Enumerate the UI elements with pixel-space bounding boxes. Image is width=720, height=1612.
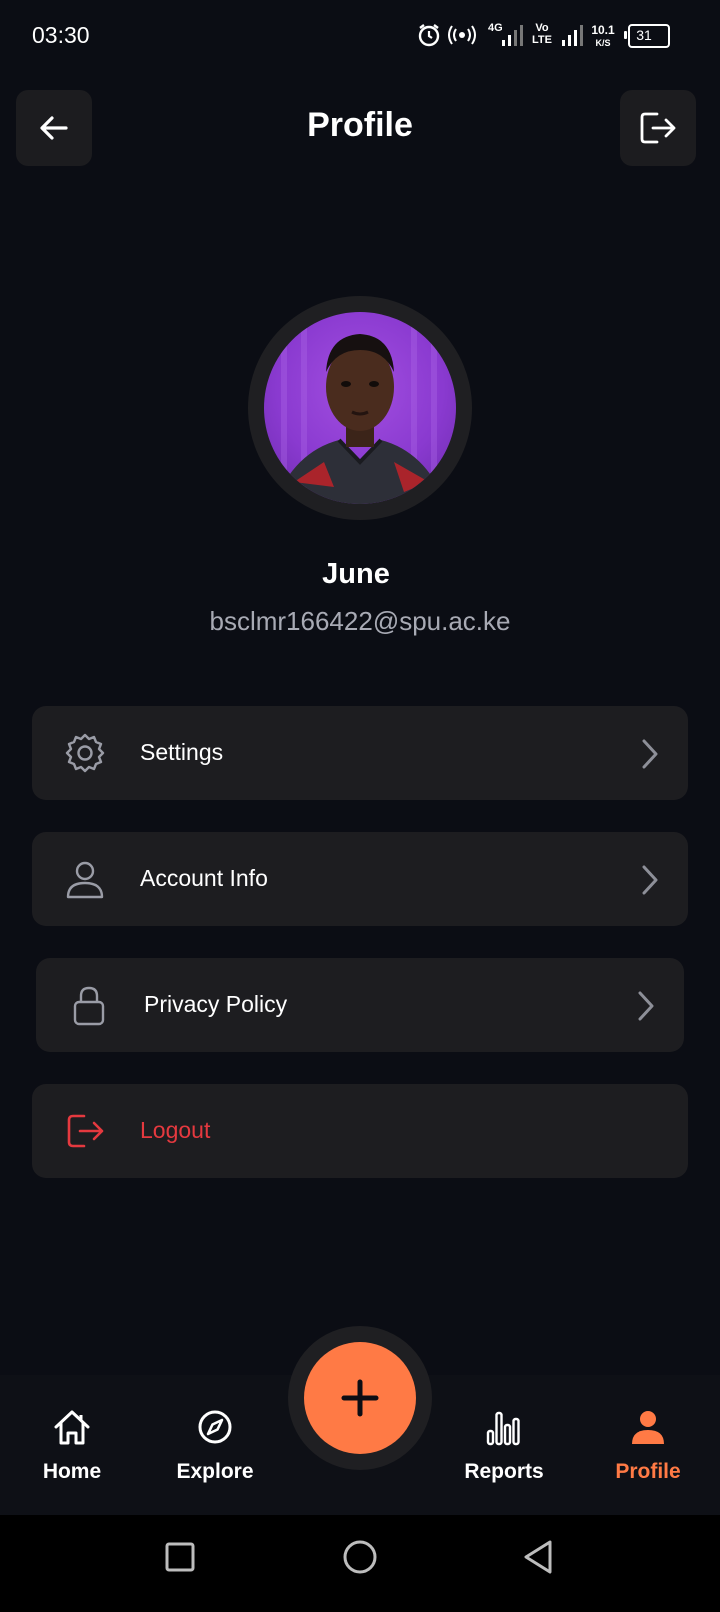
menu-item-logout[interactable]: Logout [32,1084,688,1178]
status-bar: 03:30 4G Vo LTE 10.1 K/S 31 [0,0,720,72]
fab-frame [288,1326,432,1470]
menu-item-privacy-policy[interactable]: Privacy Policy [36,958,684,1052]
signal-icon [502,25,523,46]
plus-icon [341,1379,379,1417]
chevron-right-icon [638,991,654,1021]
signal-icon [562,25,583,46]
home-circle-icon[interactable] [342,1539,378,1575]
gear-icon [65,733,105,773]
menu-item-label: Privacy Policy [144,991,288,1017]
logout-icon [640,112,676,144]
nav-label: Explore [176,1460,254,1483]
network-speed-unit: K/S [595,38,611,48]
status-time: 03:30 [32,22,90,48]
person-icon [632,1411,664,1444]
user-email: bsclmr166422@spu.ac.ke [209,606,511,636]
menu-item-account-info[interactable]: Account Info [32,832,688,926]
user-name: June [322,558,390,590]
hotspot-icon [448,25,476,45]
nav-label: Home [42,1460,102,1483]
bar-chart-icon [486,1411,520,1446]
back-triangle-icon[interactable] [522,1539,554,1575]
system-nav-bar [0,1515,720,1612]
logout-icon [67,1114,104,1148]
alarm-icon [418,24,440,47]
menu-item-label: Logout [140,1117,211,1143]
avatar-frame [248,296,472,520]
chevron-right-icon [642,739,658,769]
menu-item-label: Settings [140,739,224,765]
nav-item-profile[interactable]: Profile [588,1375,708,1515]
add-button[interactable] [304,1342,416,1454]
menu-item-settings[interactable]: Settings [32,706,688,800]
battery-icon: 31 [624,24,670,48]
home-icon [54,1410,90,1445]
recents-icon[interactable] [164,1541,196,1573]
battery-level: 31 [636,27,652,43]
nav-label: Reports [464,1460,544,1483]
avatar-photo [274,312,446,504]
chevron-right-icon [642,865,658,895]
volte-indicator: Vo LTE [532,22,552,46]
page-title: Profile [307,106,413,144]
network-speed-value: 10.1 [591,23,615,37]
avatar[interactable] [264,312,456,504]
header-logout-button[interactable] [620,90,696,166]
nav-item-explore[interactable]: Explore [155,1375,275,1515]
compass-icon [198,1410,232,1444]
nav-item-home[interactable]: Home [12,1375,132,1515]
menu-item-label: Account Info [140,865,268,891]
network-speed: 10.1 K/S [590,24,616,50]
nav-label: Profile [615,1460,681,1483]
user-icon [66,861,104,899]
nav-item-reports[interactable]: Reports [444,1375,564,1515]
lock-icon [73,986,105,1026]
